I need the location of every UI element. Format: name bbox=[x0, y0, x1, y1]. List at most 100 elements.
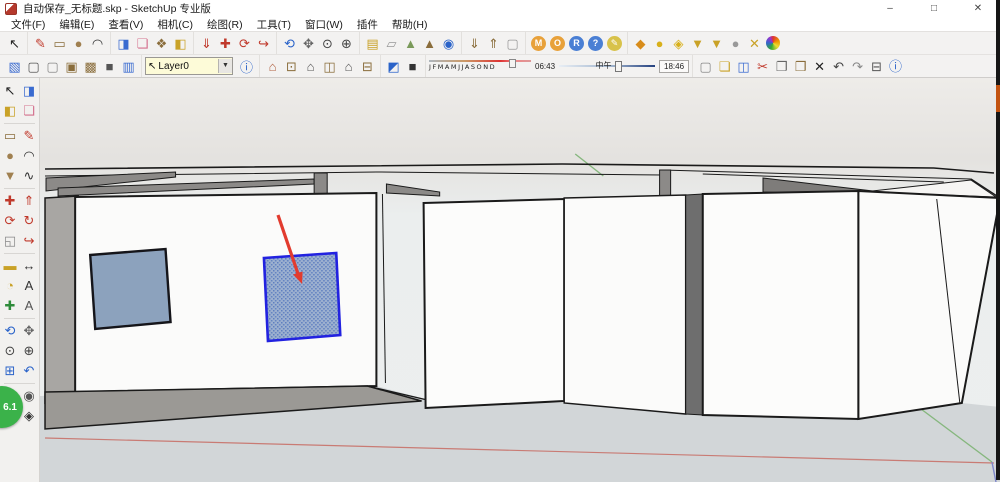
layer-manager-icon[interactable]: ⓘ bbox=[237, 57, 256, 76]
minimize-button[interactable]: – bbox=[868, 0, 912, 17]
scale-tool[interactable]: ◱ bbox=[1, 231, 19, 251]
pencil-badge[interactable]: ✎ bbox=[607, 35, 622, 51]
arc-tool[interactable]: ◠ bbox=[20, 146, 38, 166]
style-wireframe-icon[interactable]: ▢ bbox=[24, 57, 43, 76]
move-tool[interactable]: ✚ bbox=[216, 34, 235, 53]
view-top-icon[interactable]: ⊡ bbox=[282, 57, 301, 76]
zoom-tool[interactable]: ⊙ bbox=[1, 341, 19, 361]
sandbox-drape-icon[interactable]: ▼ bbox=[707, 34, 726, 53]
wall-gap-strip[interactable] bbox=[685, 193, 704, 416]
select-tool[interactable]: ↖ bbox=[5, 34, 24, 53]
make-component-tool[interactable]: ◨ bbox=[20, 81, 38, 101]
component-box-icon[interactable]: ▢ bbox=[503, 34, 522, 53]
pushpull-tool[interactable]: ◨ bbox=[114, 34, 133, 53]
add-location-icon[interactable]: ▲ bbox=[401, 34, 420, 53]
rotate-tool[interactable]: ⟳ bbox=[1, 211, 19, 231]
cut-button[interactable]: ✂ bbox=[753, 57, 772, 76]
menu-item-6[interactable]: 窗口(W) bbox=[298, 17, 350, 32]
offset-tool[interactable]: ↪ bbox=[20, 231, 38, 251]
menu-item-8[interactable]: 帮助(H) bbox=[385, 17, 435, 32]
zoom-extents-tool[interactable]: ⊕ bbox=[337, 34, 356, 53]
line-tool[interactable]: ✎ bbox=[31, 34, 50, 53]
view-left-icon[interactable]: ⌂ bbox=[339, 57, 358, 76]
date-slider-handle[interactable] bbox=[508, 59, 516, 68]
style-back-edges-icon[interactable]: ▥ bbox=[119, 57, 138, 76]
select-tool[interactable]: ↖ bbox=[1, 81, 19, 101]
help-badge[interactable]: ? bbox=[588, 35, 603, 51]
previous-view-tool[interactable]: ↶ bbox=[20, 361, 38, 381]
dropdown-arrow-icon[interactable]: ▼ bbox=[218, 59, 232, 73]
offset-tool[interactable]: ↪ bbox=[254, 34, 273, 53]
orbit-tool[interactable]: ⟲ bbox=[1, 321, 19, 341]
circle-tool[interactable]: ● bbox=[1, 146, 19, 166]
menu-item-4[interactable]: 绘图(R) bbox=[200, 17, 250, 32]
style-textured-icon[interactable]: ▩ bbox=[81, 57, 100, 76]
line-tool[interactable]: ✎ bbox=[20, 126, 38, 146]
menu-item-0[interactable]: 文件(F) bbox=[4, 17, 52, 32]
wall-panel-b[interactable] bbox=[563, 194, 687, 415]
axes-tool[interactable]: ✚ bbox=[1, 296, 19, 316]
view-front-icon[interactable]: ⌂ bbox=[301, 57, 320, 76]
paint-bucket-tool[interactable]: ◧ bbox=[1, 101, 19, 121]
eraser-tool[interactable]: ❏ bbox=[133, 34, 152, 53]
style-monochrome-icon[interactable]: ■ bbox=[100, 57, 119, 76]
match-photo-icon[interactable]: ▤ bbox=[363, 34, 382, 53]
sandbox-smoove-icon[interactable]: ◈ bbox=[669, 34, 688, 53]
zoom-extents-tool[interactable]: ⊕ bbox=[20, 341, 38, 361]
shadow-date-slider[interactable]: JFMAMJJASOND bbox=[429, 59, 531, 73]
zoom-window-tool[interactable]: ⊞ bbox=[1, 361, 19, 381]
rectangle-tool[interactable]: ▭ bbox=[50, 34, 69, 53]
menu-item-2[interactable]: 查看(V) bbox=[101, 17, 150, 32]
redo-button[interactable]: ↷ bbox=[848, 57, 867, 76]
sandbox-stamp-icon[interactable]: ▼ bbox=[688, 34, 707, 53]
toggle-terrain-icon[interactable]: ▲ bbox=[420, 34, 439, 53]
view-right-icon[interactable]: ◫ bbox=[320, 57, 339, 76]
paste-button[interactable]: ❒ bbox=[791, 57, 810, 76]
pan-tool[interactable]: ✥ bbox=[20, 321, 38, 341]
model-info-button[interactable]: ⓘ bbox=[886, 57, 905, 76]
pan-tool[interactable]: ✥ bbox=[299, 34, 318, 53]
sandbox-from-scratch-icon[interactable]: ● bbox=[650, 34, 669, 53]
rotate-tool[interactable]: ⟳ bbox=[235, 34, 254, 53]
open-button[interactable]: ❏ bbox=[715, 57, 734, 76]
layer-dropdown[interactable]: ↖ Layer0 ▼ bbox=[145, 57, 233, 75]
window-selected[interactable] bbox=[262, 251, 342, 343]
left-wall-side-face[interactable] bbox=[44, 195, 79, 405]
zoom-tool[interactable]: ⊙ bbox=[318, 34, 337, 53]
delete-button[interactable]: ✕ bbox=[810, 57, 829, 76]
3d-text-tool[interactable]: A bbox=[20, 296, 38, 316]
shadow-toggle-icon[interactable]: ■ bbox=[403, 57, 422, 76]
maximize-button[interactable]: □ bbox=[912, 0, 956, 17]
viewport[interactable] bbox=[40, 78, 1000, 482]
sandbox-from-contours-icon[interactable]: ◆ bbox=[631, 34, 650, 53]
follow-me-tool[interactable]: ↻ bbox=[20, 211, 38, 231]
undo-button[interactable]: ↶ bbox=[829, 57, 848, 76]
color-wheel-icon[interactable] bbox=[766, 36, 780, 50]
make-component-tool[interactable]: ❖ bbox=[152, 34, 171, 53]
window-left[interactable] bbox=[88, 247, 172, 331]
shadow-dialog-icon[interactable]: ◩ bbox=[384, 57, 403, 76]
view-back-icon[interactable]: ⊟ bbox=[358, 57, 377, 76]
style-hidden-line-icon[interactable]: ▢ bbox=[43, 57, 62, 76]
protractor-tool[interactable]: ◔ bbox=[1, 276, 19, 296]
copy-button[interactable]: ❐ bbox=[772, 57, 791, 76]
menu-item-3[interactable]: 相机(C) bbox=[150, 17, 200, 32]
sandbox-flip-edge-icon[interactable]: ✕ bbox=[745, 34, 764, 53]
polygon-tool[interactable]: ▼ bbox=[1, 166, 19, 186]
sandbox-add-detail-icon[interactable]: ● bbox=[726, 34, 745, 53]
close-button[interactable]: ✕ bbox=[956, 0, 1000, 17]
style-shaded-icon[interactable]: ▣ bbox=[62, 57, 81, 76]
rectangle-tool[interactable]: ▭ bbox=[1, 126, 19, 146]
time-slider-handle[interactable] bbox=[614, 61, 622, 72]
drop-tool[interactable]: ⇓ bbox=[197, 34, 216, 53]
share-model-icon[interactable]: ⇑ bbox=[484, 34, 503, 53]
extension-o-badge[interactable]: O bbox=[550, 35, 565, 51]
new-button[interactable]: ▢ bbox=[696, 57, 715, 76]
print-button[interactable]: ⊟ bbox=[867, 57, 886, 76]
viewport-canvas[interactable] bbox=[40, 78, 1000, 482]
arc-tool[interactable]: ◠ bbox=[88, 34, 107, 53]
move-tool[interactable]: ✚ bbox=[1, 191, 19, 211]
extension-m-badge[interactable]: M bbox=[531, 35, 546, 51]
get-models-icon[interactable]: ⇓ bbox=[465, 34, 484, 53]
wall-panel-a[interactable] bbox=[422, 197, 566, 410]
